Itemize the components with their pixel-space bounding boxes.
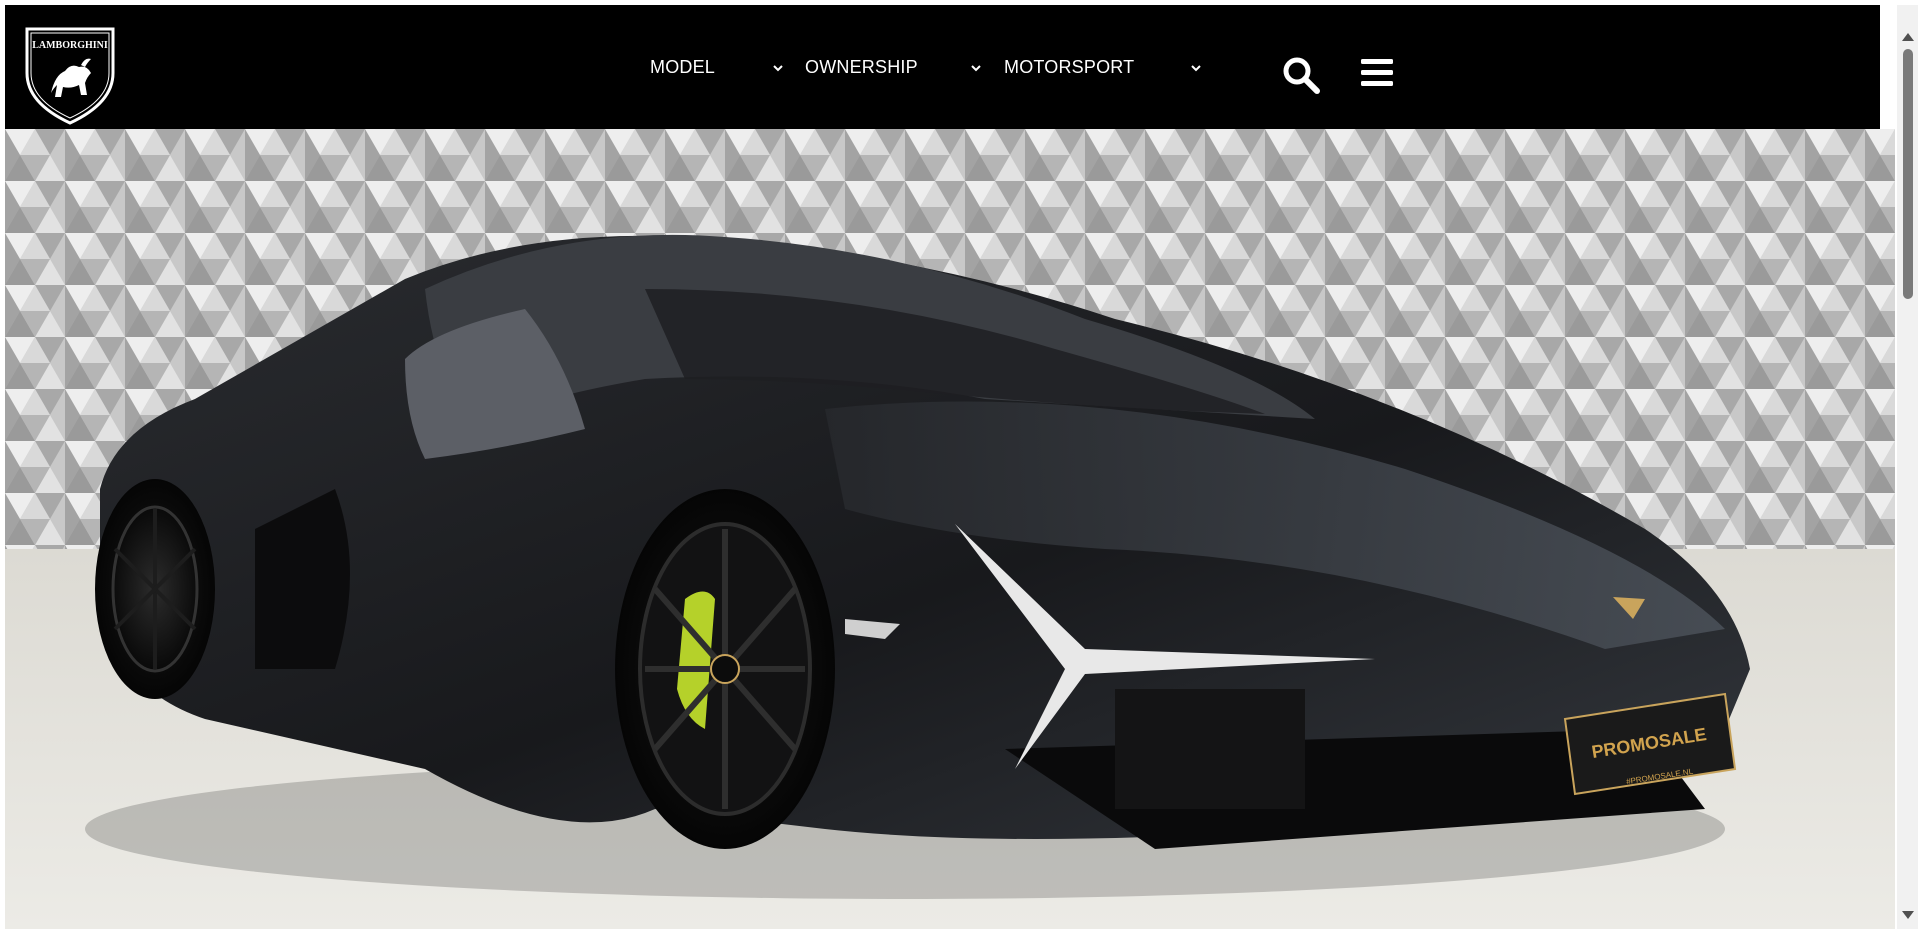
hamburger-menu-icon[interactable] — [1359, 57, 1395, 89]
nav-item-model[interactable]: MODEL — [650, 5, 715, 129]
scroll-up-arrow-icon[interactable] — [1902, 33, 1914, 41]
nav-item-motorsport[interactable]: MOTORSPORT — [1004, 5, 1134, 129]
rear-wheel — [95, 479, 215, 699]
search-icon[interactable] — [1281, 55, 1321, 95]
browser-viewport: LAMBORGHINI MODEL OWNERSHIP MOTORSPORT P… — [0, 0, 1920, 934]
logo-wordmark: LAMBORGHINI — [32, 40, 108, 51]
nav-item-ownership[interactable]: OWNERSHIP — [805, 5, 918, 129]
nav-label-model: MODEL — [650, 56, 716, 77]
scroll-down-arrow-icon[interactable] — [1902, 911, 1914, 919]
scrollbar-thumb[interactable] — [1903, 49, 1913, 299]
chevron-down-icon[interactable] — [1189, 61, 1203, 75]
vertical-scrollbar[interactable] — [1897, 5, 1918, 929]
lamborghini-logo[interactable]: LAMBORGHINI — [21, 23, 119, 125]
page: LAMBORGHINI MODEL OWNERSHIP MOTORSPORT P… — [5, 5, 1895, 929]
chevron-down-icon[interactable] — [969, 61, 983, 75]
front-wheel — [615, 489, 835, 849]
nav-label-motorsport: MOTORSPORT — [1004, 56, 1135, 77]
hero-car-image: PROMOSALE #PROMOSALE.NL — [5, 129, 1895, 929]
top-navbar: LAMBORGHINI MODEL OWNERSHIP MOTORSPORT — [5, 5, 1880, 129]
chevron-down-icon[interactable] — [771, 61, 785, 75]
nav-label-ownership: OWNERSHIP — [805, 56, 918, 77]
